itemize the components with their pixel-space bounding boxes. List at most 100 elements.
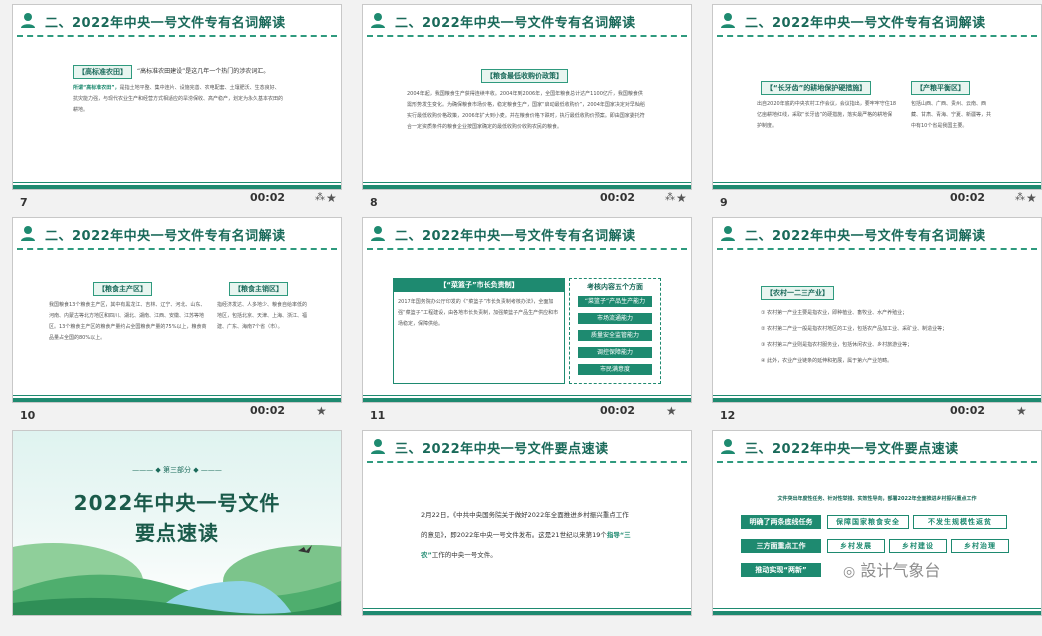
slide-header: 二、2022年中央一号文件专有名词解读 bbox=[719, 222, 1035, 246]
slide-number: 11 bbox=[370, 409, 386, 422]
slide-timing: 00:02 bbox=[600, 191, 636, 204]
bottom-bar bbox=[363, 608, 691, 615]
animation-icon[interactable]: ⁂ bbox=[315, 192, 325, 203]
slide-thumbnail-10[interactable]: 二、2022年中央一号文件专有名词解读 【粮食主产区】 【粮食主销区】 我国粮食… bbox=[12, 217, 342, 423]
slide-canvas[interactable]: 二、2022年中央一号文件专有名词解读 【农村一二三产业】 ① 农村第一产业主要… bbox=[712, 217, 1042, 403]
bottom-bar bbox=[363, 395, 691, 402]
term-tag-1: 【“长牙齿”的耕地保护硬措施】 bbox=[761, 81, 872, 95]
term-intro: “高标准农田建设”是这几年一个热门的涉农词汇。 bbox=[137, 68, 270, 75]
slide-thumbnail-15[interactable]: 三、2022年中央一号文件要点速读 文件突出年度性任务、针对性举措、实效性导向，… bbox=[712, 430, 1042, 636]
person-icon bbox=[371, 226, 385, 241]
bottom-bar bbox=[13, 182, 341, 189]
row-label-2: 三方面重点工作 bbox=[741, 539, 821, 553]
star-icon[interactable]: ★ bbox=[666, 404, 677, 418]
divider bbox=[17, 248, 337, 250]
star-icon[interactable]: ★ bbox=[326, 191, 337, 205]
slide-canvas[interactable]: 二、2022年中央一号文件专有名词解读 【粮食最低收购价政策】 2004年起，我… bbox=[362, 4, 692, 190]
term-body-2: 包括山西、广西、贵州、云南、西藏、甘肃、青海、宁夏、新疆等，共中有10个省是我国… bbox=[911, 101, 992, 129]
divider bbox=[717, 248, 1037, 250]
slide-title: 三、2022年中央一号文件要点速读 bbox=[745, 442, 959, 457]
star-icon[interactable]: ★ bbox=[1016, 404, 1027, 418]
slide-thumbnail-13[interactable]: ——— ◆ 第三部分 ◆ ——— 2022年中央一号文件 要点速读 bbox=[12, 430, 342, 636]
bottom-bar bbox=[13, 395, 341, 402]
row2-item-3: 乡村治理 bbox=[951, 539, 1009, 553]
star-icon[interactable]: ★ bbox=[676, 191, 687, 205]
star-icon[interactable]: ★ bbox=[1026, 191, 1037, 205]
assessment-item-1: “菜篮子”产品生产能力 bbox=[578, 296, 652, 307]
bottom-bar bbox=[713, 395, 1041, 402]
slide-canvas[interactable]: 三、2022年中央一号文件要点速读 2月22日，《中共中央国务院关于做好2022… bbox=[362, 430, 692, 616]
slide-header: 二、2022年中央一号文件专有名词解读 bbox=[19, 9, 335, 33]
slide-canvas[interactable]: 二、2022年中央一号文件专有名词解读 【高标准农田】 “高标准农田建设”是这几… bbox=[12, 4, 342, 190]
slide-number: 7 bbox=[20, 196, 28, 209]
section-part-label: ——— ◆ 第三部分 ◆ ——— bbox=[132, 466, 222, 474]
slide-canvas[interactable]: 二、2022年中央一号文件专有名词解读 【粮食主产区】 【粮食主销区】 我国粮食… bbox=[12, 217, 342, 403]
slide-title: 二、2022年中央一号文件专有名词解读 bbox=[745, 229, 986, 244]
term-tag-1: 【粮食主产区】 bbox=[93, 282, 152, 296]
slide-canvas[interactable]: ——— ◆ 第三部分 ◆ ——— 2022年中央一号文件 要点速读 bbox=[12, 430, 342, 616]
term-tag-2: 【产粮平衡区】 bbox=[911, 81, 970, 95]
row1-item-2: 不发生规模性返贫 bbox=[913, 515, 1007, 529]
term-body-1: 我国粮食13个粮食主产区，其中有黑龙江、吉林、辽宁、河北、山东、河南、内蒙古等北… bbox=[49, 302, 207, 341]
divider bbox=[717, 461, 1037, 463]
person-icon bbox=[721, 226, 735, 241]
slide-number: 9 bbox=[720, 196, 728, 209]
bottom-bar bbox=[363, 182, 691, 189]
row1-item-1: 保障国家粮食安全 bbox=[827, 515, 909, 529]
slide-thumbnail-8[interactable]: 二、2022年中央一号文件专有名词解读 【粮食最低收购价政策】 2004年起，我… bbox=[362, 4, 692, 210]
slide-number: 8 bbox=[370, 196, 378, 209]
description-box: 【“菜篮子”市长负责制】 2017年国务院办公厅印发的《“菜篮子”市长负责制考核… bbox=[393, 278, 565, 384]
term-body: 2017年国务院办公厅印发的《“菜篮子”市长负责制考核办法》，全面加强“菜篮子”… bbox=[398, 299, 559, 327]
slide-thumbnail-12[interactable]: 二、2022年中央一号文件专有名词解读 【农村一二三产业】 ① 农村第一产业主要… bbox=[712, 217, 1042, 423]
assessment-item-3: 质量安全监管能力 bbox=[578, 330, 652, 341]
slide-header: 二、2022年中央一号文件专有名词解读 bbox=[719, 9, 1035, 33]
term-tag: 【高标准农田】 bbox=[73, 65, 132, 79]
bottom-bar bbox=[713, 182, 1041, 189]
assessment-item-2: 市场流通能力 bbox=[578, 313, 652, 324]
animation-icon[interactable]: ⁂ bbox=[665, 192, 675, 203]
slide-header: 二、2022年中央一号文件专有名词解读 bbox=[19, 222, 335, 246]
assessment-item-5: 市民满意度 bbox=[578, 364, 652, 375]
animation-icon[interactable]: ⁂ bbox=[1015, 192, 1025, 203]
slide-canvas[interactable]: 三、2022年中央一号文件要点速读 文件突出年度性任务、针对性举措、实效性导向，… bbox=[712, 430, 1042, 616]
slide-thumbnail-9[interactable]: 二、2022年中央一号文件专有名词解读 【“长牙齿”的耕地保护硬措施】 【产粮平… bbox=[712, 4, 1042, 210]
assessment-box: 考核内容五个方面 “菜篮子”产品生产能力 市场流通能力 质量安全监管能力 调控保… bbox=[569, 278, 661, 384]
slide-title: 二、2022年中央一号文件专有名词解读 bbox=[45, 229, 286, 244]
slide-timing: 00:02 bbox=[250, 404, 286, 417]
term-line-3: ③ 农村第三产业则是指农村服务业，包括休闲农业、乡村旅游业等； bbox=[761, 342, 913, 348]
assessment-title: 考核内容五个方面 bbox=[587, 283, 643, 291]
row2-item-1: 乡村发展 bbox=[827, 539, 885, 553]
slide-timing: 00:02 bbox=[250, 191, 286, 204]
slide-header: 三、2022年中央一号文件要点速读 bbox=[719, 435, 1035, 459]
slide-canvas[interactable]: 二、2022年中央一号文件专有名词解读 【“长牙齿”的耕地保护硬措施】 【产粮平… bbox=[712, 4, 1042, 190]
term-tag: 【“菜篮子”市长负责制】 bbox=[393, 278, 565, 292]
person-icon bbox=[21, 226, 35, 241]
term-body-2: 指经济发达、人多地少、粮食自给率低的地区，包括北京、天津、上海、浙江、福建、广东… bbox=[217, 302, 308, 330]
slide-thumbnail-11[interactable]: 二、2022年中央一号文件专有名词解读 【“菜篮子”市长负责制】 2017年国务… bbox=[362, 217, 692, 423]
slide-title: 二、2022年中央一号文件专有名词解读 bbox=[395, 16, 636, 31]
term-body: 所谓“高标准农田”，是指土地平整、集中连片、设施完善、农电配套、土壤肥沃、生态良… bbox=[73, 85, 284, 113]
person-icon bbox=[371, 13, 385, 28]
person-icon bbox=[21, 13, 35, 28]
slide-thumbnail-14[interactable]: 三、2022年中央一号文件要点速读 2月22日，《中共中央国务院关于做好2022… bbox=[362, 430, 692, 636]
intro-body: 2月22日，《中共中央国务院关于做好2022年全面推进乡村振兴重点工作的意见》，… bbox=[421, 511, 631, 559]
slide-thumbnail-7[interactable]: 二、2022年中央一号文件专有名词解读 【高标准农田】 “高标准农田建设”是这几… bbox=[12, 4, 342, 210]
person-icon bbox=[721, 439, 735, 454]
slide-canvas[interactable]: 二、2022年中央一号文件专有名词解读 【“菜篮子”市长负责制】 2017年国务… bbox=[362, 217, 692, 403]
divider bbox=[717, 35, 1037, 37]
slide-title: 三、2022年中央一号文件要点速读 bbox=[395, 442, 609, 457]
term-tag: 【农村一二三产业】 bbox=[761, 286, 834, 300]
star-icon[interactable]: ★ bbox=[316, 404, 327, 418]
section-title-line-1: 2022年中央一号文件 bbox=[73, 491, 281, 515]
slide-header: 二、2022年中央一号文件专有名词解读 bbox=[369, 9, 685, 33]
term-body: 2004年起，我国粮食生产获得连续丰收。2004年到2006年，全国年粮食总计达… bbox=[407, 91, 645, 130]
wechat-icon: ◎ bbox=[843, 564, 856, 580]
term-body-1: 出自2020年底的中央农村工作会议，会议指出，要牢牢守住18亿亩耕地红线，采取“… bbox=[757, 101, 897, 129]
term-tag-2: 【粮食主销区】 bbox=[229, 282, 288, 296]
assessment-item-4: 调控保障能力 bbox=[578, 347, 652, 358]
person-icon bbox=[371, 439, 385, 454]
slide-timing: 00:02 bbox=[950, 191, 986, 204]
slide-header: 三、2022年中央一号文件要点速读 bbox=[369, 435, 685, 459]
divider bbox=[367, 248, 687, 250]
divider bbox=[367, 35, 687, 37]
